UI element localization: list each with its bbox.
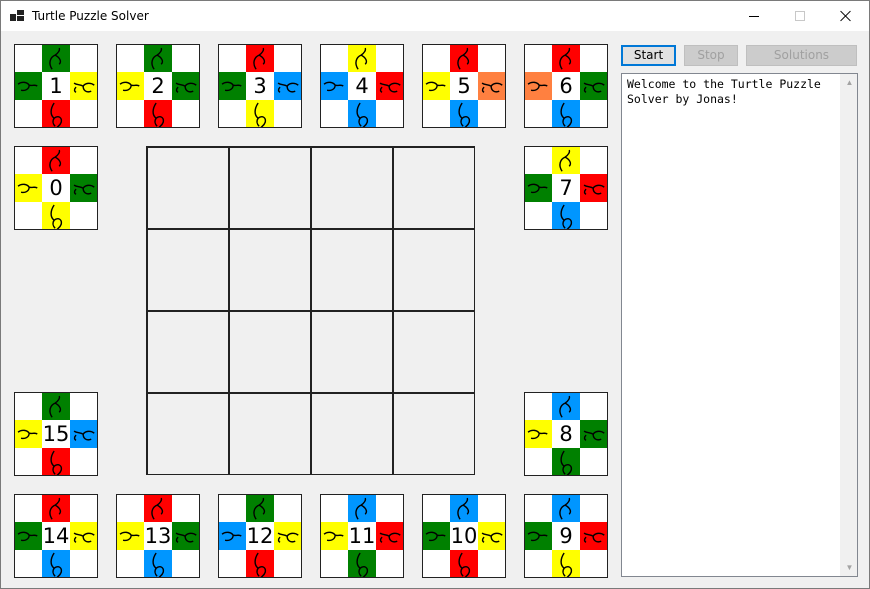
turtle-top-icon [552, 45, 580, 73]
puzzle-tile-2[interactable]: 2 [116, 44, 200, 128]
turtle-bottom-icon [42, 201, 70, 229]
tile-number: 3 [253, 74, 267, 98]
start-button[interactable]: Start [621, 45, 676, 66]
turtle-top-icon [348, 495, 376, 523]
turtle-bottom-icon [144, 549, 172, 577]
stop-button[interactable]: Stop [684, 45, 738, 66]
turtle-bottom-icon [42, 447, 70, 475]
turtle-bottom-icon [552, 549, 580, 577]
app-window: Turtle Puzzle Solver 0 1 2 3 4 5 6 7 8 9 10 11 12 13 1… [0, 0, 870, 589]
turtle-bottom-icon [450, 549, 478, 577]
app-icon [10, 10, 24, 22]
board-slot-2-2[interactable] [311, 311, 393, 393]
turtle-bottom-icon [450, 99, 478, 127]
tile-number: 7 [559, 176, 573, 200]
puzzle-tile-6[interactable]: 6 [524, 44, 608, 128]
tile-number: 5 [457, 74, 471, 98]
board-slot-2-3[interactable] [393, 311, 475, 393]
puzzle-tile-15[interactable]: 15 [14, 392, 98, 476]
close-icon [840, 10, 852, 22]
log-textbox[interactable]: Welcome to the Turtle Puzzle Solver by J… [621, 73, 858, 577]
tile-number: 14 [42, 524, 70, 548]
puzzle-tile-10[interactable]: 10 [422, 494, 506, 578]
turtle-top-icon [42, 45, 70, 73]
tile-number: 12 [246, 524, 274, 548]
turtle-bottom-icon [246, 549, 274, 577]
puzzle-tile-0[interactable]: 0 [14, 146, 98, 230]
board-slot-2-0[interactable] [147, 311, 229, 393]
tile-number: 11 [348, 524, 376, 548]
puzzle-tile-14[interactable]: 14 [14, 494, 98, 578]
maximize-button[interactable] [777, 1, 823, 31]
tile-number: 9 [559, 524, 573, 548]
puzzle-tile-7[interactable]: 7 [524, 146, 608, 230]
turtle-bottom-icon [348, 99, 376, 127]
turtle-bottom-icon [552, 447, 580, 475]
board-slot-3-2[interactable] [311, 393, 393, 475]
turtle-top-icon [552, 147, 580, 175]
minimize-icon [749, 15, 759, 17]
turtle-top-icon [552, 495, 580, 523]
turtle-top-icon [348, 45, 376, 73]
turtle-top-icon [144, 495, 172, 523]
scroll-up-icon[interactable]: ▲ [841, 74, 858, 91]
puzzle-tile-3[interactable]: 3 [218, 44, 302, 128]
tile-number: 15 [42, 422, 70, 446]
turtle-top-icon [42, 393, 70, 421]
tile-number: 2 [151, 74, 165, 98]
board-slot-0-3[interactable] [393, 147, 475, 229]
turtle-bottom-icon [144, 99, 172, 127]
board-slot-1-0[interactable] [147, 229, 229, 311]
tile-number: 1 [49, 74, 63, 98]
board-slot-0-0[interactable] [147, 147, 229, 229]
turtle-bottom-icon [348, 549, 376, 577]
puzzle-tile-8[interactable]: 8 [524, 392, 608, 476]
turtle-bottom-icon [42, 99, 70, 127]
tile-number: 0 [49, 176, 63, 200]
turtle-bottom-icon [246, 99, 274, 127]
solutions-button[interactable]: Solutions [746, 45, 857, 66]
log-scrollbar[interactable]: ▲ ▼ [840, 74, 857, 576]
puzzle-tile-4[interactable]: 4 [320, 44, 404, 128]
board-slot-3-1[interactable] [229, 393, 311, 475]
board-slot-3-0[interactable] [147, 393, 229, 475]
board-slot-0-2[interactable] [311, 147, 393, 229]
log-text: Welcome to the Turtle Puzzle Solver by J… [627, 77, 821, 106]
tile-number: 10 [450, 524, 478, 548]
puzzle-tile-11[interactable]: 11 [320, 494, 404, 578]
turtle-top-icon [42, 495, 70, 523]
turtle-top-icon [144, 45, 172, 73]
turtle-top-icon [450, 45, 478, 73]
puzzle-tile-12[interactable]: 12 [218, 494, 302, 578]
turtle-top-icon [246, 45, 274, 73]
board-slot-1-3[interactable] [393, 229, 475, 311]
turtle-top-icon [552, 393, 580, 421]
turtle-bottom-icon [552, 99, 580, 127]
board-slot-3-3[interactable] [393, 393, 475, 475]
board-slot-1-2[interactable] [311, 229, 393, 311]
board-slot-0-1[interactable] [229, 147, 311, 229]
turtle-bottom-icon [552, 201, 580, 229]
turtle-top-icon [246, 495, 274, 523]
turtle-top-icon [42, 147, 70, 175]
puzzle-tile-13[interactable]: 13 [116, 494, 200, 578]
puzzle-tile-1[interactable]: 1 [14, 44, 98, 128]
window-title: Turtle Puzzle Solver [32, 9, 149, 23]
turtle-bottom-icon [42, 549, 70, 577]
board-slot-2-1[interactable] [229, 311, 311, 393]
scroll-down-icon[interactable]: ▼ [841, 559, 858, 576]
minimize-button[interactable] [731, 1, 777, 31]
title-bar[interactable]: Turtle Puzzle Solver [1, 1, 869, 31]
tile-number: 4 [355, 74, 369, 98]
tile-number: 8 [559, 422, 573, 446]
puzzle-tile-5[interactable]: 5 [422, 44, 506, 128]
turtle-top-icon [450, 495, 478, 523]
puzzle-board [146, 146, 475, 475]
board-slot-1-1[interactable] [229, 229, 311, 311]
close-button[interactable] [823, 1, 869, 31]
maximize-icon [795, 11, 805, 21]
tile-number: 6 [559, 74, 573, 98]
puzzle-tile-9[interactable]: 9 [524, 494, 608, 578]
tile-number: 13 [144, 524, 172, 548]
